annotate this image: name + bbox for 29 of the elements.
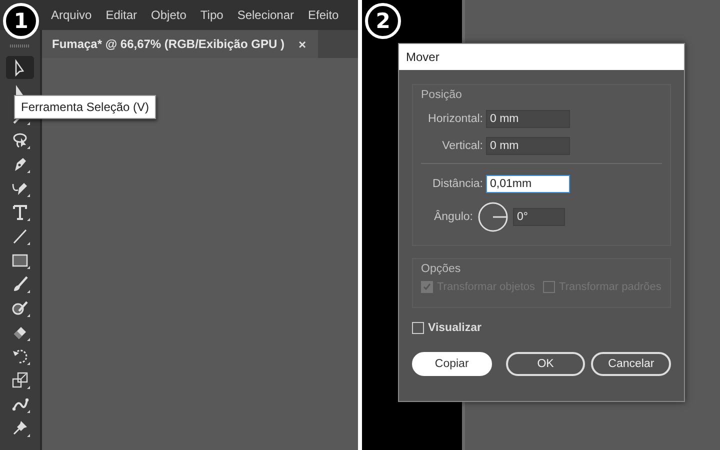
- dialog-button[interactable]: Cancelar: [591, 352, 672, 376]
- menu-item[interactable]: Selecionar: [230, 8, 302, 22]
- group-title: Opções: [421, 263, 462, 275]
- document-tab[interactable]: Fumaça* @ 66,67% (RGB/Exibição GPU ) ×: [42, 30, 318, 58]
- group-title: Posição: [421, 89, 463, 101]
- input-field[interactable]: 0°: [513, 208, 565, 226]
- field-label: Vertical:: [441, 140, 483, 152]
- angle-dial[interactable]: [477, 201, 509, 233]
- dialog-button[interactable]: OK: [506, 352, 586, 376]
- tool-button[interactable]: [6, 56, 34, 79]
- document-title: Fumaça* @ 66,67% (RGB/Exibição GPU ): [52, 37, 284, 51]
- input-field[interactable]: 0 mm: [486, 136, 570, 154]
- scale-icon: [10, 370, 30, 390]
- field-label: Ângulo:: [432, 211, 473, 223]
- menu-item[interactable]: Efeito: [301, 8, 346, 22]
- tooltip: Ferramenta Seleção (V): [14, 95, 156, 119]
- dialog-button[interactable]: Copiar: [412, 352, 492, 376]
- dialog-title: Mover: [399, 44, 684, 70]
- input-field[interactable]: 0,01mm: [486, 174, 570, 192]
- input-field[interactable]: 0 mm: [486, 110, 570, 128]
- field-label: Distância:: [432, 178, 483, 190]
- menu-item[interactable]: Tipo: [193, 8, 230, 22]
- menu-item[interactable]: Arquivo: [44, 8, 99, 22]
- checkbox[interactable]: Visualizar: [412, 322, 671, 334]
- menu-item[interactable]: Objeto: [144, 8, 194, 22]
- menu-item[interactable]: Editar: [98, 8, 144, 22]
- close-button[interactable]: ×: [298, 36, 306, 52]
- field-label: Horizontal:: [427, 112, 483, 124]
- checkmark-icon: [423, 283, 431, 291]
